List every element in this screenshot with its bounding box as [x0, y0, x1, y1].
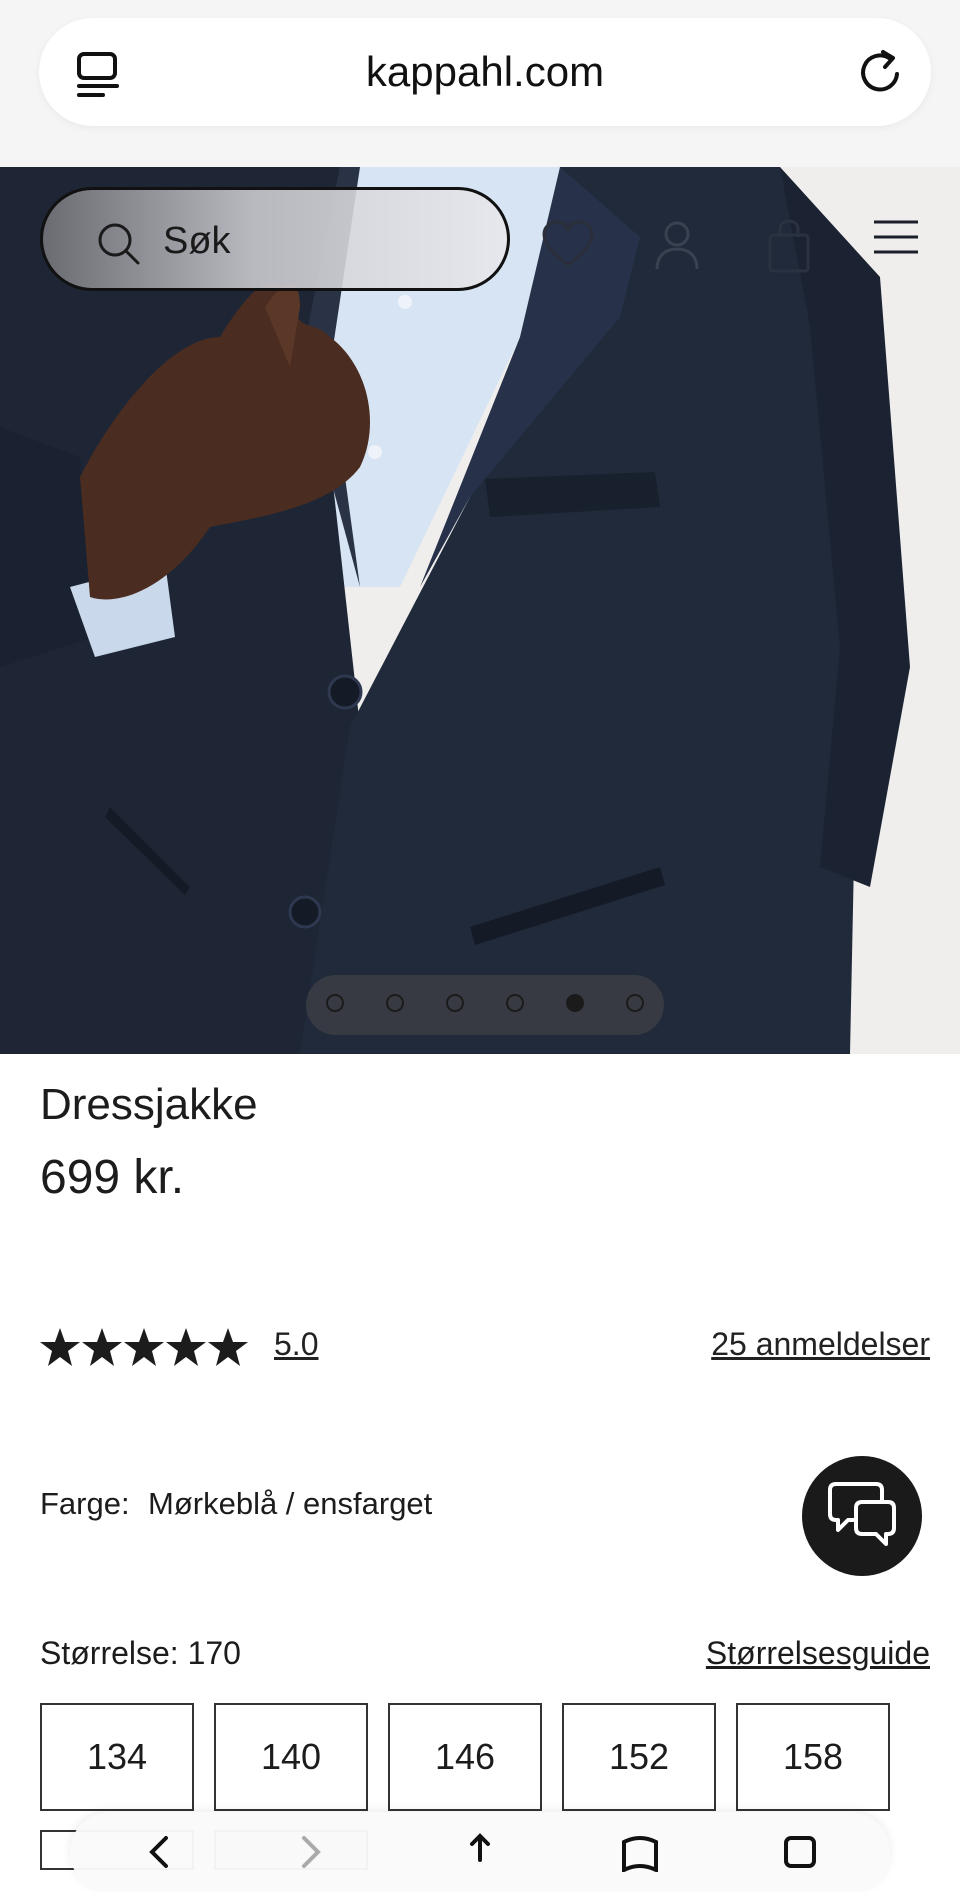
bag-icon[interactable]: [764, 219, 814, 273]
reload-icon[interactable]: [853, 44, 909, 100]
menu-icon[interactable]: [872, 219, 920, 255]
size-guide-link[interactable]: Størrelsesguide: [706, 1635, 930, 1672]
reviews-link[interactable]: 25 anmeldelser: [711, 1326, 930, 1363]
back-icon[interactable]: [140, 1832, 180, 1872]
size-option[interactable]: 140: [214, 1703, 368, 1811]
user-icon[interactable]: [652, 219, 702, 271]
star-icon: [124, 1328, 164, 1366]
gallery-dot[interactable]: [326, 994, 344, 1012]
gallery-dot[interactable]: [506, 994, 524, 1012]
search-bar[interactable]: Søk: [40, 187, 510, 291]
search-icon: [98, 223, 140, 265]
browser-bottom-toolbar: [70, 1812, 890, 1892]
size-option[interactable]: 152: [562, 1703, 716, 1811]
size-label: Størrelse: 170: [40, 1635, 241, 1671]
size-option[interactable]: 146: [388, 1703, 542, 1811]
gallery-dot[interactable]: [386, 994, 404, 1012]
url-text[interactable]: kappahl.com: [39, 48, 931, 96]
forward-icon[interactable]: [290, 1832, 330, 1872]
product-title: Dressjakke: [40, 1080, 258, 1129]
browser-top-bar: kappahl.com: [0, 0, 960, 167]
bookmarks-icon[interactable]: [620, 1832, 660, 1872]
color-value: Mørkeblå / ensfarget: [148, 1486, 433, 1521]
address-bar[interactable]: kappahl.com: [39, 18, 931, 126]
search-placeholder[interactable]: Søk: [163, 220, 231, 263]
size-option[interactable]: 134: [40, 1703, 194, 1811]
product-photo: [0, 167, 960, 1054]
gallery-dot[interactable]: [446, 994, 464, 1012]
rating-stars: [40, 1328, 248, 1366]
star-icon: [208, 1328, 248, 1366]
heart-icon[interactable]: [540, 219, 596, 269]
chat-icon: [828, 1482, 896, 1546]
color-label: Farge:: [40, 1486, 130, 1521]
gallery-pagination: [306, 975, 664, 1035]
product-price: 699 kr.: [40, 1151, 185, 1204]
star-icon: [166, 1328, 206, 1366]
chat-button[interactable]: [802, 1456, 922, 1576]
share-icon[interactable]: [460, 1832, 500, 1872]
gallery-dot[interactable]: [626, 994, 644, 1012]
star-icon: [40, 1328, 80, 1366]
size-option[interactable]: 158: [736, 1703, 890, 1811]
product-image-gallery[interactable]: Søk: [0, 167, 960, 1054]
tabs-overview-icon[interactable]: [780, 1832, 820, 1872]
rating-value[interactable]: 5.0: [274, 1326, 318, 1363]
gallery-dot-active[interactable]: [566, 994, 584, 1012]
star-icon: [82, 1328, 122, 1366]
